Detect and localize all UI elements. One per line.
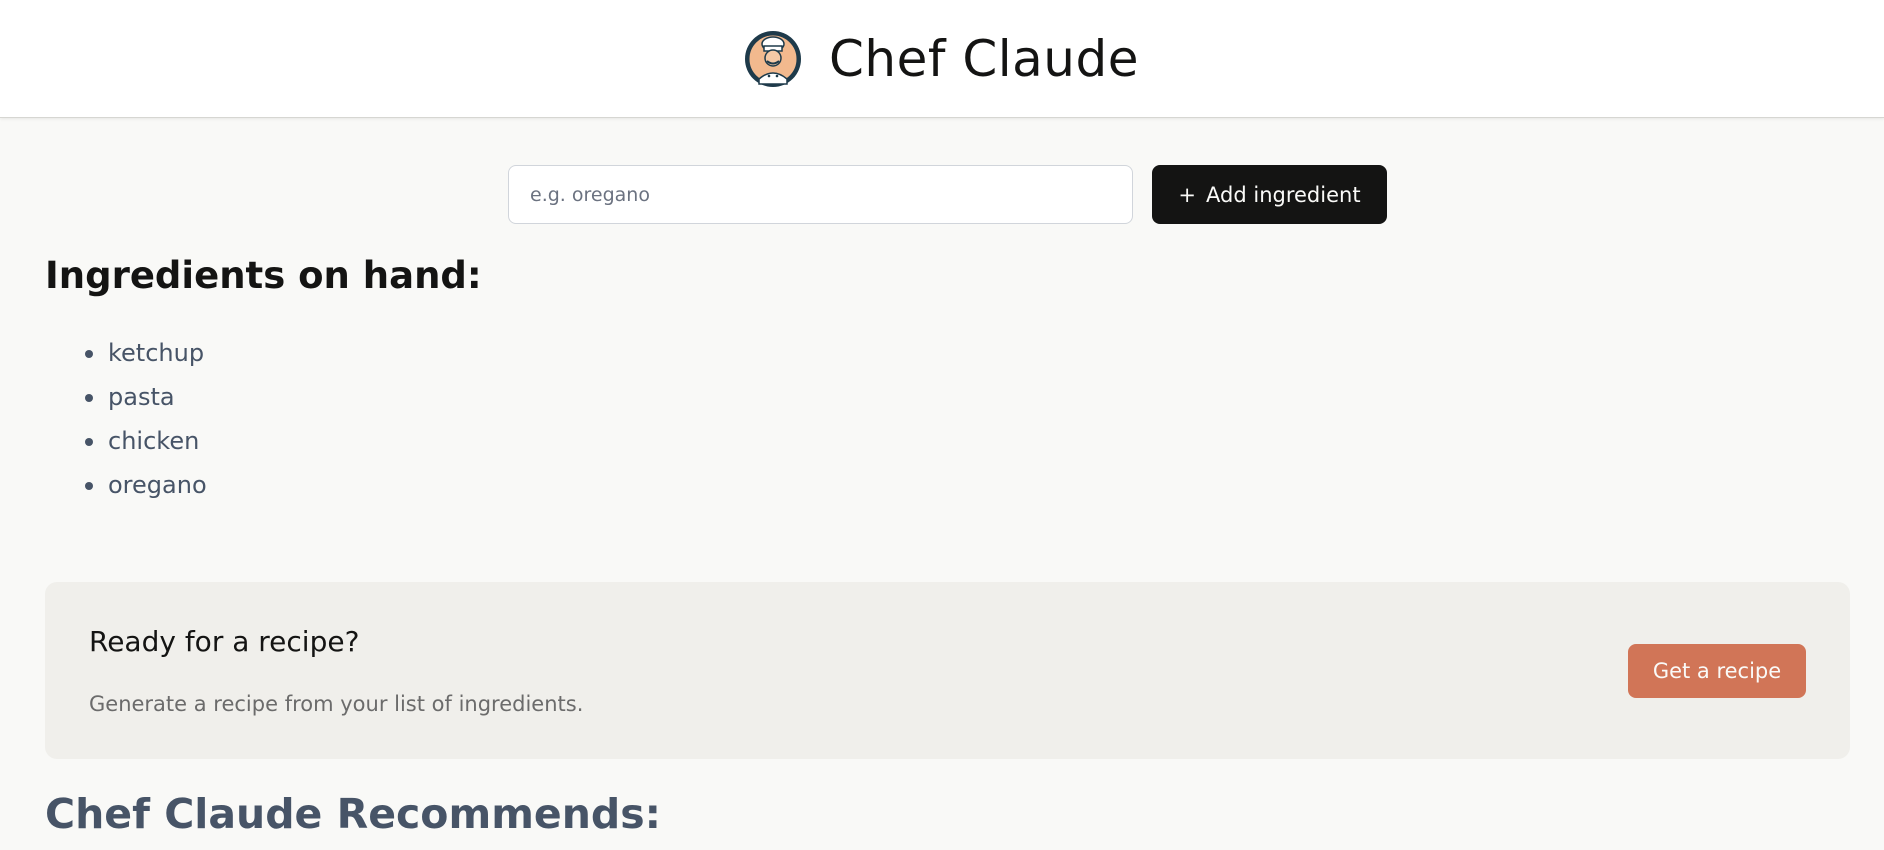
chef-avatar-icon	[745, 30, 801, 87]
add-ingredient-button[interactable]: + Add ingredient	[1152, 165, 1387, 224]
ingredients-list: ketchup pasta chicken oregano	[85, 333, 207, 509]
recommendations-heading: Chef Claude Recommends:	[45, 790, 662, 838]
ingredients-heading: Ingredients on hand:	[45, 254, 482, 297]
app-title: Chef Claude	[829, 29, 1139, 88]
app-header: Chef Claude	[0, 0, 1884, 118]
get-recipe-button[interactable]: Get a recipe	[1628, 644, 1806, 698]
ingredient-item: pasta	[85, 377, 207, 421]
recipe-card-title: Ready for a recipe?	[89, 625, 360, 658]
add-ingredient-label: Add ingredient	[1206, 182, 1361, 207]
ingredient-input[interactable]	[508, 165, 1133, 224]
ingredient-item: oregano	[85, 465, 207, 509]
get-recipe-card: Ready for a recipe? Generate a recipe fr…	[45, 582, 1850, 759]
recipe-card-description: Generate a recipe from your list of ingr…	[89, 692, 584, 716]
ingredient-item: chicken	[85, 421, 207, 465]
add-ingredient-form: + Add ingredient	[508, 165, 1387, 224]
chef-avatar-graphic	[746, 32, 800, 85]
ingredient-item: ketchup	[85, 333, 207, 377]
plus-icon: +	[1178, 182, 1197, 207]
